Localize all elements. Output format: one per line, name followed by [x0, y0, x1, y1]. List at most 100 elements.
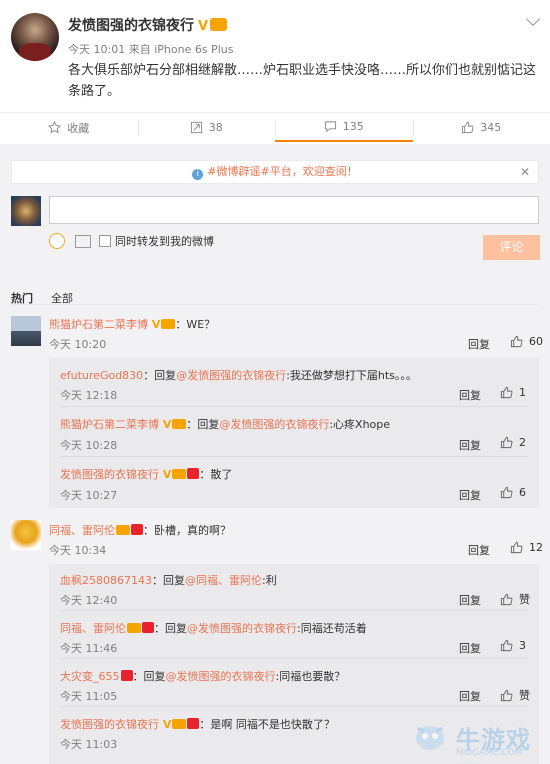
sub-comments: efutureGod830：回复@发愤图强的衣锦夜行:我还做梦想打下届hts。。… — [49, 358, 539, 508]
divider — [60, 658, 528, 659]
mention-link[interactable]: @发愤图强的衣锦夜行 — [219, 418, 329, 431]
comments-section: i #微博辟谣#平台，欢迎查阅！ ✕ 同时转发到我的微博 评论 热门 全部 熊猫炉… — [0, 144, 550, 764]
reply-button[interactable]: 回复 — [459, 592, 481, 608]
verified-icon: V — [148, 318, 161, 331]
member-badge-icon — [161, 319, 176, 329]
sub-like-button[interactable]: 3 — [500, 639, 526, 652]
sub-comment-prefix: ：回复 — [152, 574, 185, 587]
sub-comment-text: 发愤图强的衣锦夜行 V ：是啊 同福不是也快散了？ — [60, 716, 335, 732]
red-badge-icon — [131, 524, 143, 535]
comment-count: 135 — [342, 120, 364, 133]
image-icon[interactable] — [75, 234, 91, 248]
sub-comment-prefix: ：回复 — [132, 670, 166, 683]
repost-checkbox[interactable] — [99, 235, 111, 247]
thumbs-up-icon — [500, 689, 513, 701]
rumor-notice[interactable]: i #微博辟谣#平台，欢迎查阅！ ✕ — [11, 160, 539, 184]
comment-icon — [324, 121, 336, 133]
repost-icon — [190, 121, 202, 134]
sub-commenter-name[interactable]: 发愤图强的衣锦夜行 — [60, 468, 159, 481]
sub-comment-body: ：散了 — [199, 468, 233, 481]
reply-button[interactable]: 回复 — [468, 542, 490, 558]
sub-commenter-name[interactable]: 血枫2580867143 — [60, 574, 152, 587]
post-card: 发愤图强的衣锦夜行 V 今天 10:01 来自 iPhone 6s Plus 各大… — [0, 0, 550, 108]
sub-commenter-name[interactable]: efutureGod830 — [60, 369, 143, 382]
divider — [11, 304, 539, 305]
repost-button[interactable]: 38 — [137, 113, 276, 142]
comment-item: 熊猫炉石第二菜李博 V ：WE？ 今天 10:20 回复 60 efutureGo… — [0, 312, 550, 518]
reply-button[interactable]: 回复 — [459, 640, 481, 656]
reply-button[interactable]: 回复 — [459, 688, 481, 704]
watermark-url: NIUGAME.COM — [456, 748, 523, 758]
reply-button[interactable]: 回复 — [459, 437, 481, 453]
sub-like-button[interactable]: 赞 — [500, 591, 530, 607]
sub-comment-text: 发愤图强的衣锦夜行 V ：散了 — [60, 466, 232, 482]
author-avatar[interactable] — [11, 13, 59, 61]
sub-commenter-name[interactable]: 同福、雷阿伦 — [60, 622, 126, 635]
sub-comment-text: 熊猫炉石第二菜李博 V ：回复@发愤图强的衣锦夜行:心疼Xhope — [60, 416, 390, 432]
verified-icon: V — [159, 418, 172, 431]
member-badge-icon — [172, 719, 187, 729]
post-author[interactable]: 发愤图强的衣锦夜行 V — [68, 15, 228, 35]
thumbs-up-icon — [462, 121, 474, 134]
sub-like-count: 2 — [519, 436, 526, 449]
composer-tools: 同时转发到我的微博 — [49, 233, 214, 249]
like-count: 345 — [480, 121, 502, 134]
divider — [60, 456, 528, 457]
like-button[interactable]: 345 — [412, 113, 550, 142]
sub-comment-text: 血枫2580867143：回复@同福、雷阿伦:利 — [60, 572, 277, 588]
reply-button[interactable]: 回复 — [468, 336, 490, 352]
repost-checkbox-label[interactable]: 同时转发到我的微博 — [115, 233, 214, 249]
author-name[interactable]: 发愤图强的衣锦夜行 — [68, 18, 194, 34]
commenter-name[interactable]: 熊猫炉石第二菜李博 — [49, 318, 148, 331]
favorite-button[interactable]: 收藏 — [0, 113, 138, 142]
reply-button[interactable]: 回复 — [459, 487, 481, 503]
mention-link[interactable]: @发愤图强的衣锦夜行 — [176, 369, 286, 382]
sub-comment-text: 大灾变_655 ：回复@发愤图强的衣锦夜行:同福也要散？ — [60, 668, 345, 684]
comment-input[interactable] — [49, 196, 539, 224]
mascot-icon — [416, 726, 444, 750]
chevron-down-icon[interactable] — [525, 11, 541, 27]
comment-text: 熊猫炉石第二菜李博 V ：WE？ — [49, 316, 215, 332]
post-text: 各大俱乐部炉石分部相继解散……炉石职业选手快没咯……所以你们也就别惦记这条路了。 — [68, 63, 537, 99]
notice-text[interactable]: #微博辟谣#平台，欢迎查阅！ — [207, 165, 357, 178]
sub-like-button[interactable]: 6 — [500, 486, 526, 499]
post-meta: 今天 10:01 来自 iPhone 6s Plus — [68, 41, 233, 57]
comment-like-button[interactable]: 60 — [510, 335, 543, 348]
member-badge-icon — [127, 623, 141, 633]
commenter-avatar[interactable] — [11, 316, 41, 346]
sub-like-count: 1 — [519, 386, 526, 399]
emoji-icon[interactable] — [49, 233, 65, 249]
favorite-label: 收藏 — [67, 121, 90, 135]
sub-like-button[interactable]: 2 — [500, 436, 526, 449]
verified-icon: V — [159, 718, 172, 731]
sub-comment-body: :利 — [262, 574, 277, 587]
sub-comment-time: 今天 12:40 — [60, 594, 118, 607]
sub-commenter-name[interactable]: 大灾变_655 — [60, 670, 120, 683]
mention-link[interactable]: @发愤图强的衣锦夜行 — [187, 622, 297, 635]
sub-commenter-name[interactable]: 发愤图强的衣锦夜行 — [60, 718, 159, 731]
submit-comment-button[interactable]: 评论 — [483, 235, 540, 260]
my-avatar[interactable] — [11, 196, 41, 226]
comment-like-count: 60 — [529, 335, 543, 348]
member-badge-icon — [116, 525, 130, 535]
thumbs-up-icon — [500, 386, 513, 399]
thumbs-up-icon — [500, 593, 513, 605]
comment-button[interactable]: 135 — [275, 113, 413, 142]
close-icon[interactable]: ✕ — [520, 161, 530, 183]
sub-comment-body: :心疼Xhope — [329, 418, 391, 431]
comment-text: 同福、雷阿伦 ：卧槽，真的啊？ — [49, 522, 231, 538]
red-badge-icon — [120, 670, 133, 681]
comment-like-button[interactable]: 12 — [510, 541, 543, 554]
sub-like-count: 赞 — [519, 593, 530, 606]
commenter-avatar[interactable] — [11, 520, 41, 550]
post-source: iPhone 6s Plus — [154, 43, 234, 56]
sub-like-button[interactable]: 1 — [500, 386, 526, 399]
sub-commenter-name[interactable]: 熊猫炉石第二菜李博 — [60, 418, 159, 431]
reply-button[interactable]: 回复 — [459, 387, 481, 403]
commenter-name[interactable]: 同福、雷阿伦 — [49, 524, 115, 537]
sub-comment-text: efutureGod830：回复@发愤图强的衣锦夜行:我还做梦想打下届hts。。… — [60, 367, 417, 383]
post-time[interactable]: 今天 10:01 — [68, 43, 125, 56]
mention-link[interactable]: @同福、雷阿伦 — [185, 574, 262, 587]
mention-link[interactable]: @发愤图强的衣锦夜行 — [166, 670, 276, 683]
sub-like-button[interactable]: 赞 — [500, 687, 530, 703]
